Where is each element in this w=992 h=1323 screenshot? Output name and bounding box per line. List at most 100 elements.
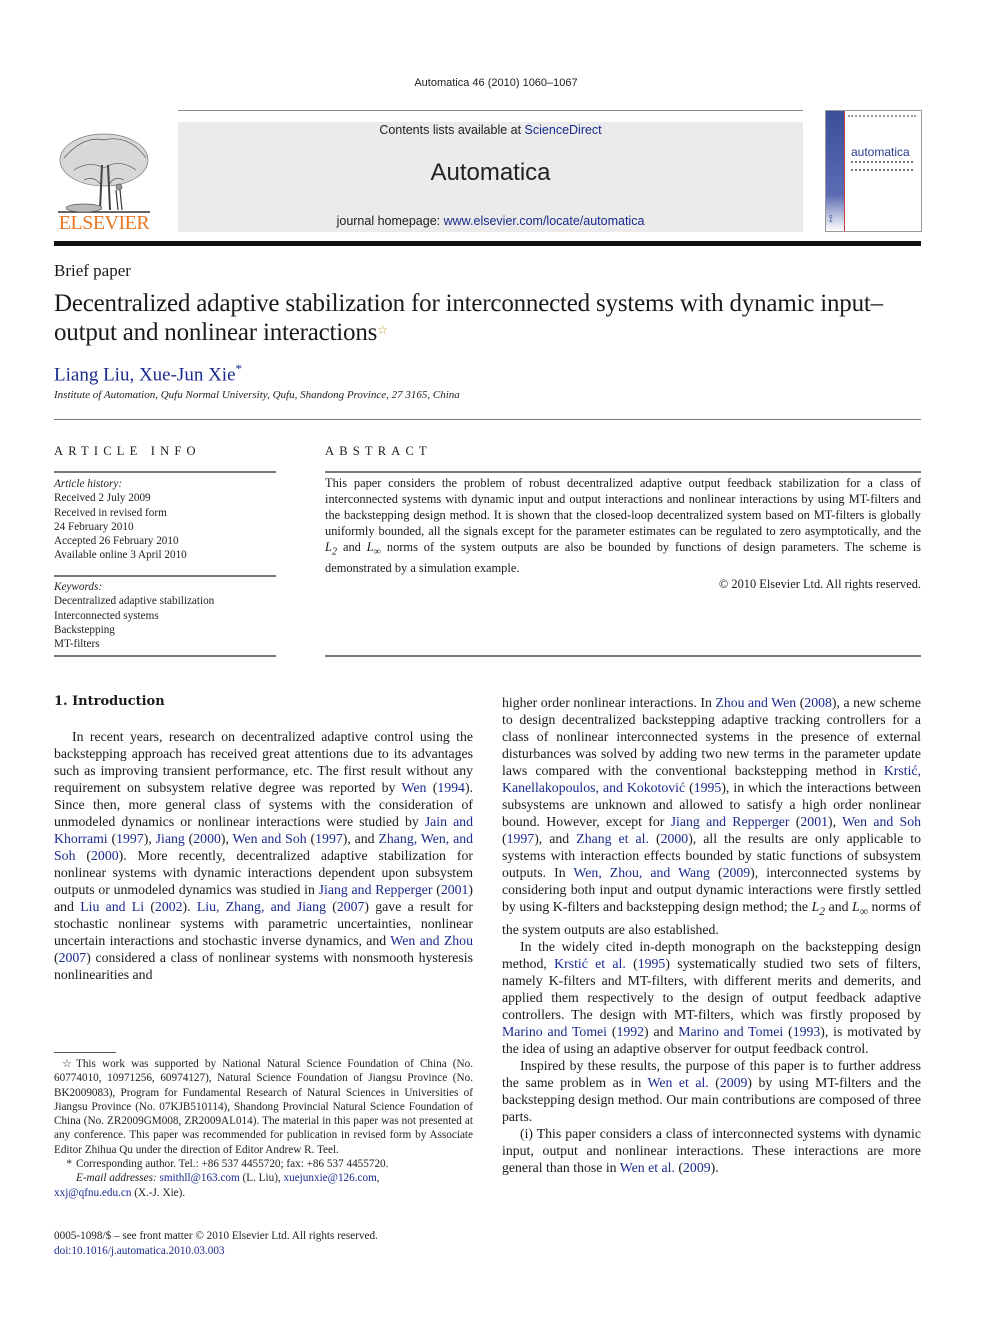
history-item: Accepted 26 February 2010 <box>54 535 179 548</box>
journal-masthead: Contents lists available at ScienceDirec… <box>178 122 803 232</box>
linf-norm: L∞ <box>366 540 382 558</box>
math-norm: L2 <box>811 899 826 918</box>
header-thick-divider <box>54 241 921 246</box>
citation-link[interactable]: 2000 <box>661 831 689 846</box>
history-item: Received in revised form <box>54 506 167 519</box>
affiliation: Institute of Automation, Qufu Normal Uni… <box>54 389 460 401</box>
citation-link[interactable]: Wen et al. <box>648 1075 709 1090</box>
citation-link[interactable]: Wen and Zhou <box>390 933 473 948</box>
cover-header-dots <box>848 115 916 119</box>
citation-link[interactable]: 2009 <box>720 1075 748 1090</box>
corresponding-text: Corresponding author. Tel.: +86 537 4455… <box>76 1158 389 1171</box>
citation-link[interactable]: Liu and Li <box>80 899 144 914</box>
corresponding-mark: * <box>66 1158 72 1171</box>
cover-title: automatica <box>851 145 910 159</box>
sciencedirect-link[interactable]: ScienceDirect <box>525 123 602 137</box>
citation-link[interactable]: Marino and Tomei <box>678 1024 783 1039</box>
abstract-part: and <box>337 540 367 554</box>
corresponding-author-mark[interactable]: * <box>236 361 243 376</box>
footnote-divider <box>54 1052 116 1053</box>
citation-link[interactable]: 1995 <box>694 780 722 795</box>
author-link[interactable]: Xue-Jun Xie <box>139 364 236 385</box>
article-info-divider <box>54 471 276 473</box>
citation-link[interactable]: 1997 <box>116 831 144 846</box>
keyword: Interconnected systems <box>54 609 159 622</box>
citation-link[interactable]: 2008 <box>804 695 832 710</box>
journal-homepage-link[interactable]: www.elsevier.com/locate/automatica <box>444 214 645 228</box>
journal-cover-thumbnail: automatica ⟟ <box>825 110 922 232</box>
citation-link[interactable]: 2009 <box>723 865 751 880</box>
email-footnote: E-mail addresses: smithll@163.com (L. Li… <box>54 1171 473 1200</box>
abstract-part: norms of the system outputs are also be … <box>325 540 921 576</box>
citation-link[interactable]: 2007 <box>59 950 87 965</box>
email-link[interactable]: smithll@163.com <box>159 1172 239 1184</box>
citation-link[interactable]: 1994 <box>437 780 465 795</box>
journal-name: Automatica <box>430 159 551 186</box>
history-item: Available online 3 April 2010 <box>54 549 187 562</box>
history-label: Article history: <box>54 478 123 490</box>
email-link[interactable]: xuejunxie@126.com <box>284 1172 377 1184</box>
author-list: Liang Liu, Xue-Jun Xie* <box>54 361 242 386</box>
paragraph: (i) This paper considers a class of inte… <box>502 1125 921 1175</box>
email-link[interactable]: xxj@qfnu.edu.cn <box>54 1187 131 1199</box>
title-divider <box>54 419 921 420</box>
citation-link[interactable]: 2009 <box>683 1160 711 1175</box>
body-column-right: higher order nonlinear interactions. In … <box>502 694 921 1176</box>
citation-link[interactable]: Liu, Zhang, and Jiang <box>197 899 326 914</box>
citation-link[interactable]: Krstić et al. <box>554 956 626 971</box>
funding-footnote: ☆ This work was supported by National Nat… <box>54 1057 473 1157</box>
cover-subtitle-lines <box>851 161 913 171</box>
abstract-part: This paper considers the problem of robu… <box>325 476 921 538</box>
citation-link[interactable]: Wen, Zhou, and Wang <box>573 865 710 880</box>
article-info-bottom-divider <box>54 655 276 657</box>
history-item: 24 February 2010 <box>54 520 134 533</box>
citation-link[interactable]: Zhang et al. <box>576 831 649 846</box>
citation-link[interactable]: 2000 <box>193 831 221 846</box>
citation-link[interactable]: 1992 <box>616 1024 644 1039</box>
article-history: Article history: Received 2 July 2009 Re… <box>54 477 276 563</box>
keyword: MT-filters <box>54 638 100 651</box>
elsevier-logo-text: ELSEVIER <box>58 212 150 234</box>
funding-footnote-mark: ☆ <box>61 1058 72 1070</box>
citation-link[interactable]: 2000 <box>91 848 119 863</box>
funding-footnote-text: This work was supported by National Natu… <box>54 1058 473 1156</box>
email-label: E-mail addresses: <box>76 1172 157 1185</box>
paragraph: In the widely cited in-depth monograph o… <box>502 938 922 1056</box>
abstract-bottom-divider <box>325 655 921 657</box>
funding-footnote-mark[interactable]: ☆ <box>377 323 388 337</box>
citation-link[interactable]: Wen <box>402 780 427 795</box>
doi-link[interactable]: doi:10.1016/j.automatica.2010.03.003 <box>54 1245 225 1257</box>
citation-link[interactable]: 1997 <box>315 831 343 846</box>
citation-link[interactable]: 2002 <box>155 899 183 914</box>
homepage-line: journal homepage: www.elsevier.com/locat… <box>178 214 803 228</box>
keyword: Decentralized adaptive stabilization <box>54 595 215 608</box>
citation-link[interactable]: 2007 <box>337 899 365 914</box>
citation-link[interactable]: 1997 <box>507 831 535 846</box>
front-matter: 0005-1098/$ – see front matter © 2010 El… <box>54 1229 378 1259</box>
author-separator: , <box>129 364 139 386</box>
footnotes: ☆ This work was supported by National Nat… <box>54 1057 473 1200</box>
citation-link[interactable]: 1993 <box>793 1024 821 1039</box>
citation-link[interactable]: 1995 <box>638 956 666 971</box>
citation-link[interactable]: Jiang and Repperger <box>319 882 433 897</box>
email-owner: (X.-J. Xie). <box>131 1186 186 1199</box>
cover-band <box>826 111 844 231</box>
citation-link[interactable]: Wen and Soh <box>233 831 307 846</box>
citation-link[interactable]: Jiang <box>156 831 185 846</box>
citation-link[interactable]: Jiang and Repperger <box>671 814 790 829</box>
citation-link[interactable]: 2001 <box>800 814 828 829</box>
abstract-divider <box>325 471 921 473</box>
contents-line: Contents lists available at ScienceDirec… <box>178 123 803 137</box>
citation-link[interactable]: 2001 <box>441 882 469 897</box>
citation-link[interactable]: Zhou and Wen <box>715 695 796 710</box>
corresponding-footnote: * Corresponding author. Tel.: +86 537 445… <box>54 1157 473 1171</box>
citation-link[interactable]: Marino and Tomei <box>502 1024 607 1039</box>
keywords-label: Keywords: <box>54 581 103 593</box>
author-link[interactable]: Liang Liu <box>54 364 129 385</box>
keywords: Keywords: Decentralized adaptive stabili… <box>54 580 276 651</box>
citation-link[interactable]: Wen and Soh <box>842 814 921 829</box>
contents-prefix: Contents lists available at <box>379 123 525 137</box>
paragraph: higher order nonlinear interactions. In … <box>502 695 922 937</box>
citation-link[interactable]: Wen et al. <box>620 1160 675 1175</box>
homepage-prefix: journal homepage: <box>336 214 444 228</box>
